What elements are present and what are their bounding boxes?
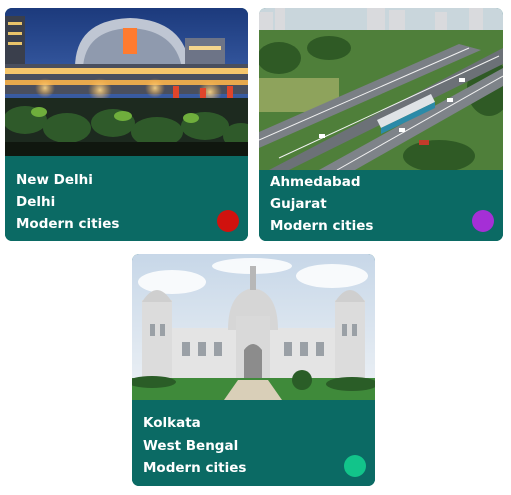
city-name: New Delhi bbox=[16, 172, 93, 188]
city-name: Kolkata bbox=[143, 415, 201, 431]
city-card-kolkata[interactable]: Kolkata West Bengal Modern cities bbox=[132, 254, 375, 486]
card-info-panel: New Delhi Delhi Modern cities bbox=[5, 156, 248, 241]
city-highway-aerial-photo bbox=[259, 8, 503, 170]
state-name: Delhi bbox=[16, 194, 56, 210]
card-info-panel: Kolkata West Bengal Modern cities bbox=[132, 400, 375, 486]
state-name: West Bengal bbox=[143, 438, 239, 454]
city-name: Ahmedabad bbox=[270, 174, 361, 190]
category-label: Modern cities bbox=[16, 216, 120, 232]
color-dot-icon bbox=[217, 210, 239, 232]
color-dot-icon bbox=[344, 455, 366, 477]
color-dot-icon bbox=[472, 210, 494, 232]
city-card-ahmedabad[interactable]: Ahmedabad Gujarat Modern cities bbox=[259, 8, 503, 241]
category-label: Modern cities bbox=[143, 460, 247, 476]
card-info-panel: Ahmedabad Gujarat Modern cities bbox=[259, 170, 503, 241]
category-label: Modern cities bbox=[270, 218, 374, 234]
victoria-memorial-photo bbox=[132, 254, 375, 400]
state-name: Gujarat bbox=[270, 196, 327, 212]
city-mall-night-photo bbox=[5, 8, 248, 156]
city-card-new-delhi[interactable]: New Delhi Delhi Modern cities bbox=[5, 8, 248, 241]
